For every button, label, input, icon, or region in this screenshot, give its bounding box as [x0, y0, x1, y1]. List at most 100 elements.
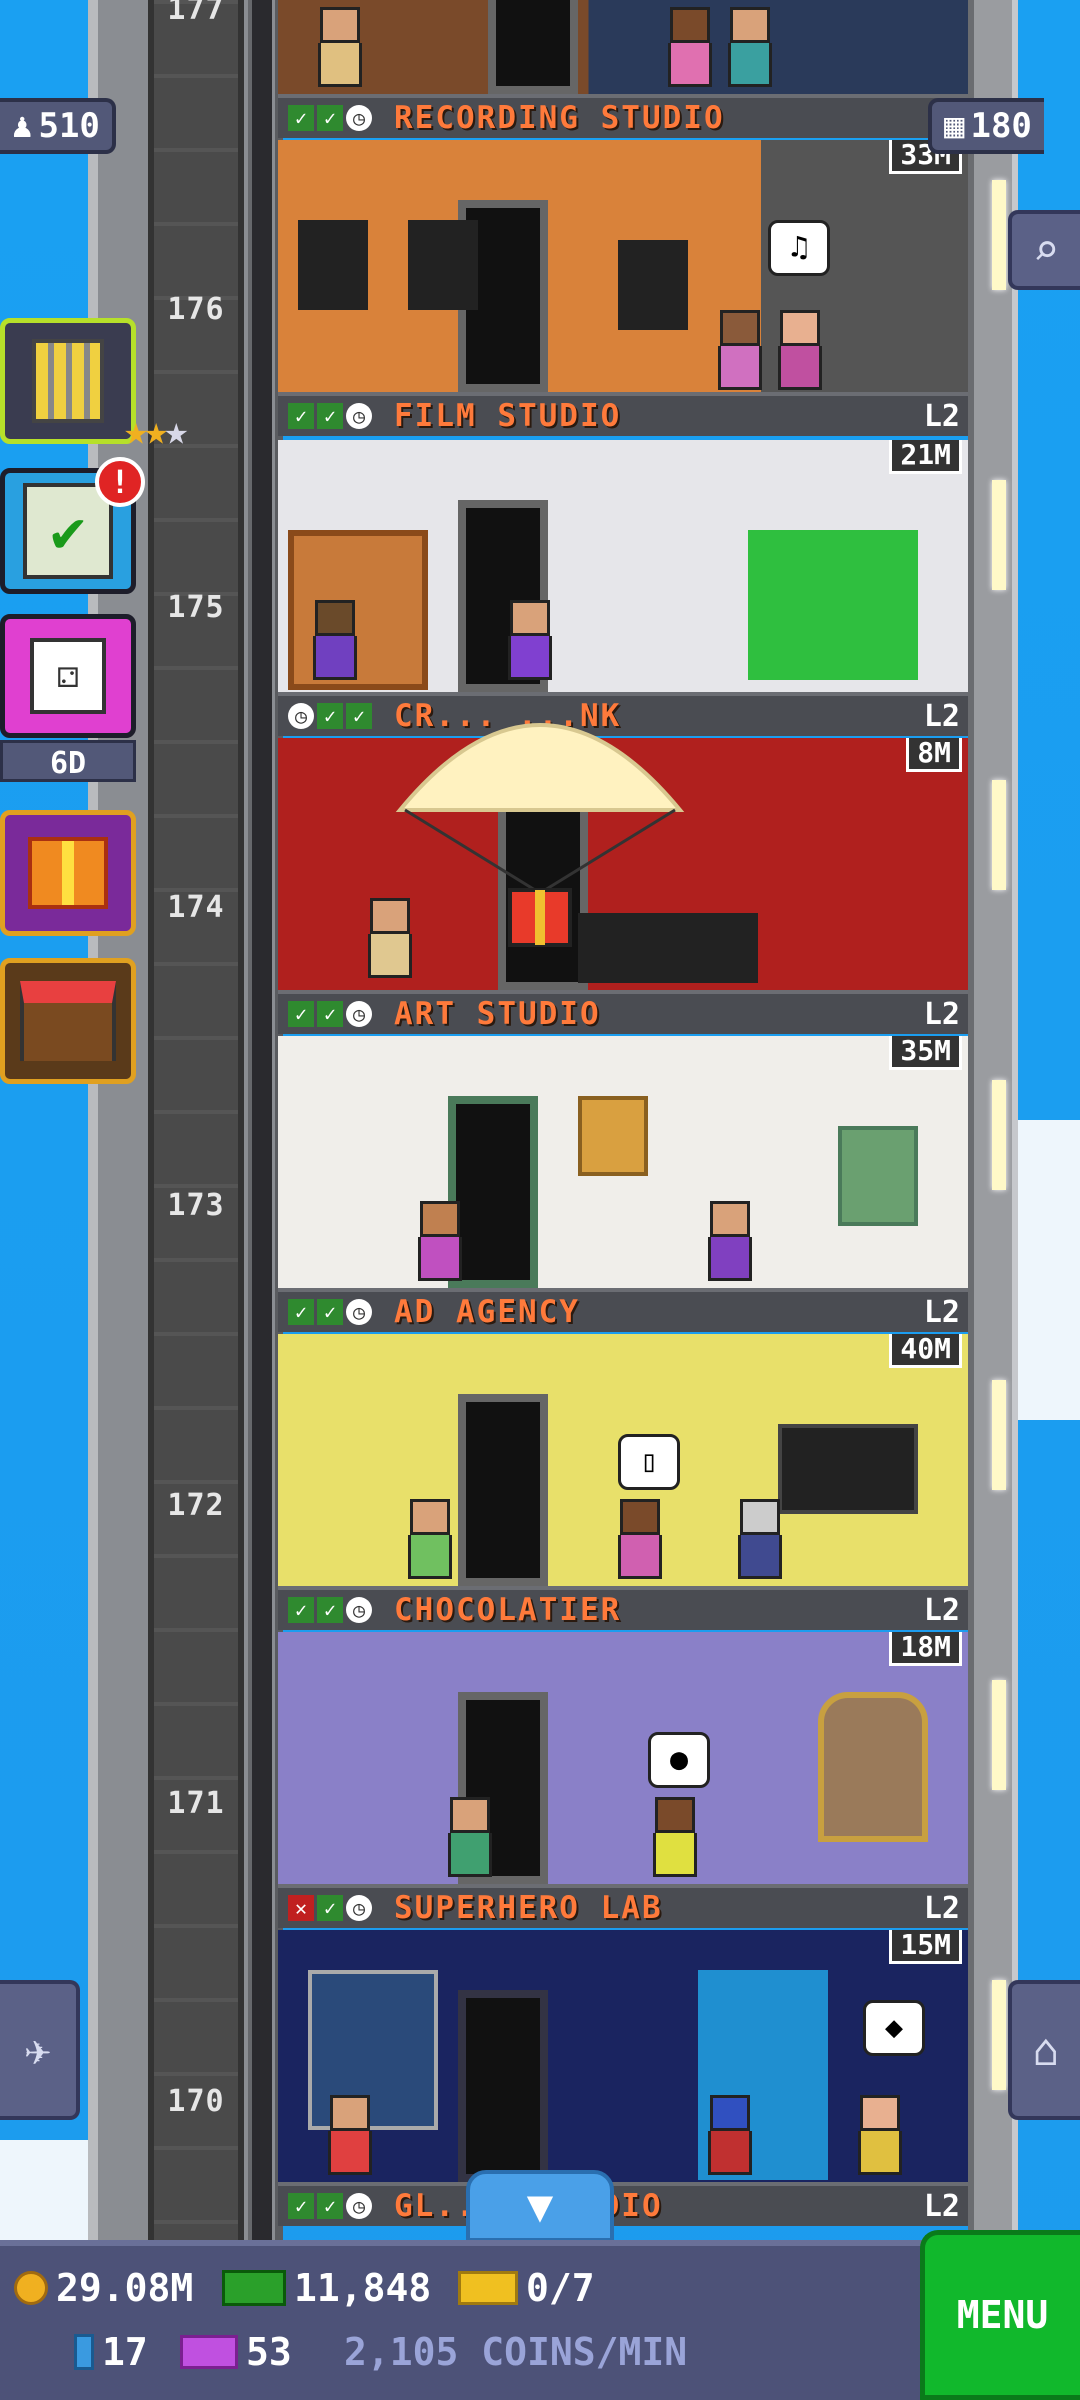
door [488, 0, 578, 94]
bitizen [313, 600, 357, 680]
alert-badge: ! [95, 457, 145, 507]
stock-status: ✕ ✓ ◷ [288, 1895, 372, 1921]
window-light [992, 480, 1006, 590]
hero-mask-bubble[interactable]: ◆ [863, 2000, 925, 2056]
chevron-down-icon: ▼ [526, 2180, 554, 2232]
floor-ad-agency[interactable]: 40M ▯ ✓ ✓ ◷ CHOCOLATIER L2 [278, 1334, 968, 1632]
elevator-nav-button[interactable]: ✈ [0, 1980, 80, 2120]
gift-button[interactable] [0, 810, 136, 936]
floor-level: L2 [923, 1294, 960, 1330]
parachute-gift[interactable] [395, 700, 685, 960]
phone-bubble[interactable]: ▯ [618, 1434, 680, 1490]
window [838, 1126, 918, 1226]
bitizen [418, 1201, 462, 1281]
bitizen [858, 2095, 902, 2175]
elevator-icon: ✈ [24, 2024, 52, 2076]
search-button[interactable]: ⌕ [1008, 210, 1080, 290]
elevator-shaft[interactable] [148, 0, 244, 2240]
bux-icon [222, 2270, 286, 2306]
stock-status: ✓ ✓ ◷ [288, 2193, 372, 2219]
tickets-stat[interactable]: 0/7 [458, 2266, 595, 2310]
lobby-nav-button[interactable]: ⌂ [1008, 1980, 1080, 2120]
floor-level: L2 [923, 398, 960, 434]
build-floor-button[interactable] [0, 318, 136, 444]
clock-icon: ◷ [346, 1299, 372, 1325]
music-note-bubble[interactable]: ♫ [768, 220, 830, 276]
floor-nameplate[interactable]: ✕ ✓ ◷ SUPERHERO LAB L2 [278, 1884, 968, 1928]
window-light [992, 780, 1006, 890]
dice-icon: ⚁ [30, 638, 106, 714]
floor-recording-studio[interactable]: ✓ ✓ ◷ RECORDING STUDIO [278, 0, 968, 140]
scroll-down-button[interactable]: ▼ [466, 2170, 614, 2242]
floor-nameplate[interactable]: ✓ ✓ ◷ AD AGENCY L2 [278, 1288, 968, 1332]
gift-icon [28, 837, 108, 909]
dice-button[interactable]: ⚁ [0, 614, 136, 738]
room-interior: 33M ♫ [278, 140, 968, 392]
magnifier-icon: ⌕ [1032, 224, 1060, 276]
window-light [992, 1980, 1006, 2090]
vip-stat[interactable]: 53 [180, 2330, 292, 2374]
window-light [992, 1080, 1006, 1190]
floor-number: 173 [167, 1188, 225, 1223]
floor-nameplate[interactable]: ✓ ✓ ◷ CHOCOLATIER L2 [278, 1586, 968, 1630]
stock-status: ✓ ✓ ◷ [288, 1597, 372, 1623]
floor-film-studio[interactable]: 21M ◷ ✓ ✓ CR... ...NK L2 [278, 440, 968, 738]
check-icon: ✓ [288, 1299, 314, 1325]
tower: 177 176 175 174 173 172 171 170 ✓ ✓ ◷ RE… [88, 0, 1018, 2240]
bitizen [328, 2095, 372, 2175]
keys-stat[interactable]: 17 [74, 2330, 148, 2374]
floor-level: L2 [923, 1890, 960, 1926]
bitizen [708, 2095, 752, 2175]
floor-level: L2 [923, 1592, 960, 1628]
bitizen [778, 310, 822, 390]
star-icon: ★ [164, 408, 188, 454]
elevator-rail [248, 0, 272, 2240]
floor-name: RECORDING STUDIO [394, 100, 725, 136]
check-icon: ✓ [317, 1895, 343, 1921]
coins-stat[interactable]: 29.08M [14, 2266, 193, 2310]
floor-number: 171 [167, 1786, 225, 1821]
check-icon: ✓ [317, 1001, 343, 1027]
bitizen [318, 7, 362, 87]
floor-chocolatier[interactable]: 18M ● ✕ ✓ ◷ SUPERHERO LAB L2 [278, 1632, 968, 1930]
key-icon [74, 2334, 94, 2370]
bitizen-counter[interactable]: ♟ 510 [0, 98, 116, 154]
golden-ticket-icon [458, 2271, 518, 2305]
cloud [0, 2140, 90, 2240]
check-icon: ✓ [346, 703, 372, 729]
window-light [992, 1380, 1006, 1490]
star-icon: ★ [144, 408, 168, 454]
check-icon: ✓ [317, 1597, 343, 1623]
floor-level: L2 [923, 2188, 960, 2224]
check-icon: ✓ [317, 703, 343, 729]
floor-nameplate[interactable]: ✓ ✓ ◷ RECORDING STUDIO [278, 94, 968, 138]
check-icon: ✓ [317, 2193, 343, 2219]
population-label: 21M [889, 440, 962, 474]
floor-name: SUPERHERO LAB [394, 1890, 663, 1926]
bitizen [708, 1201, 752, 1281]
floor-nameplate[interactable]: ✓ ✓ ◷ ART STUDIO L2 [278, 990, 968, 1034]
floor-superhero-lab[interactable]: 15M ◆ ✓ ✓ ◷ GL... ...UDIO L2 [278, 1930, 968, 2228]
screen [778, 1424, 918, 1514]
bux-stat[interactable]: 11,848 [222, 2266, 431, 2310]
game-screen: 177 176 175 174 173 172 171 170 ✓ ✓ ◷ RE… [0, 0, 1080, 2400]
clock-icon: ◷ [346, 105, 372, 131]
clock-icon: ◷ [346, 1895, 372, 1921]
population-label: 40M [889, 1334, 962, 1368]
floor-nameplate[interactable]: ✓ ✓ ◷ FILM STUDIO L2 [278, 392, 968, 436]
floor-counter[interactable]: ▦ 180 [928, 98, 1044, 154]
floor-film-studio-above[interactable]: 33M ♫ ✓ ✓ ◷ FILM STUDIO L2 [278, 140, 968, 438]
bitizen-count: 510 [38, 106, 100, 146]
menu-button[interactable]: MENU [920, 2230, 1080, 2400]
floor-art-studio[interactable]: 35M ✓ ✓ ◷ AD AGENCY L2 [278, 1036, 968, 1334]
missions-button[interactable]: ✔ ! [0, 457, 145, 594]
shop-button[interactable] [0, 958, 136, 1084]
chocolate-bubble[interactable]: ● [648, 1732, 710, 1788]
floor-nameplate[interactable]: ✓ ✓ ◷ GL... ...UDIO L2 [278, 2182, 968, 2226]
room-interior: 21M [278, 440, 968, 692]
cloud [1010, 1120, 1080, 1420]
check-icon: ✓ [288, 403, 314, 429]
clock-icon: ◷ [346, 403, 372, 429]
door [458, 1990, 548, 2182]
parachute-icon [395, 723, 685, 947]
